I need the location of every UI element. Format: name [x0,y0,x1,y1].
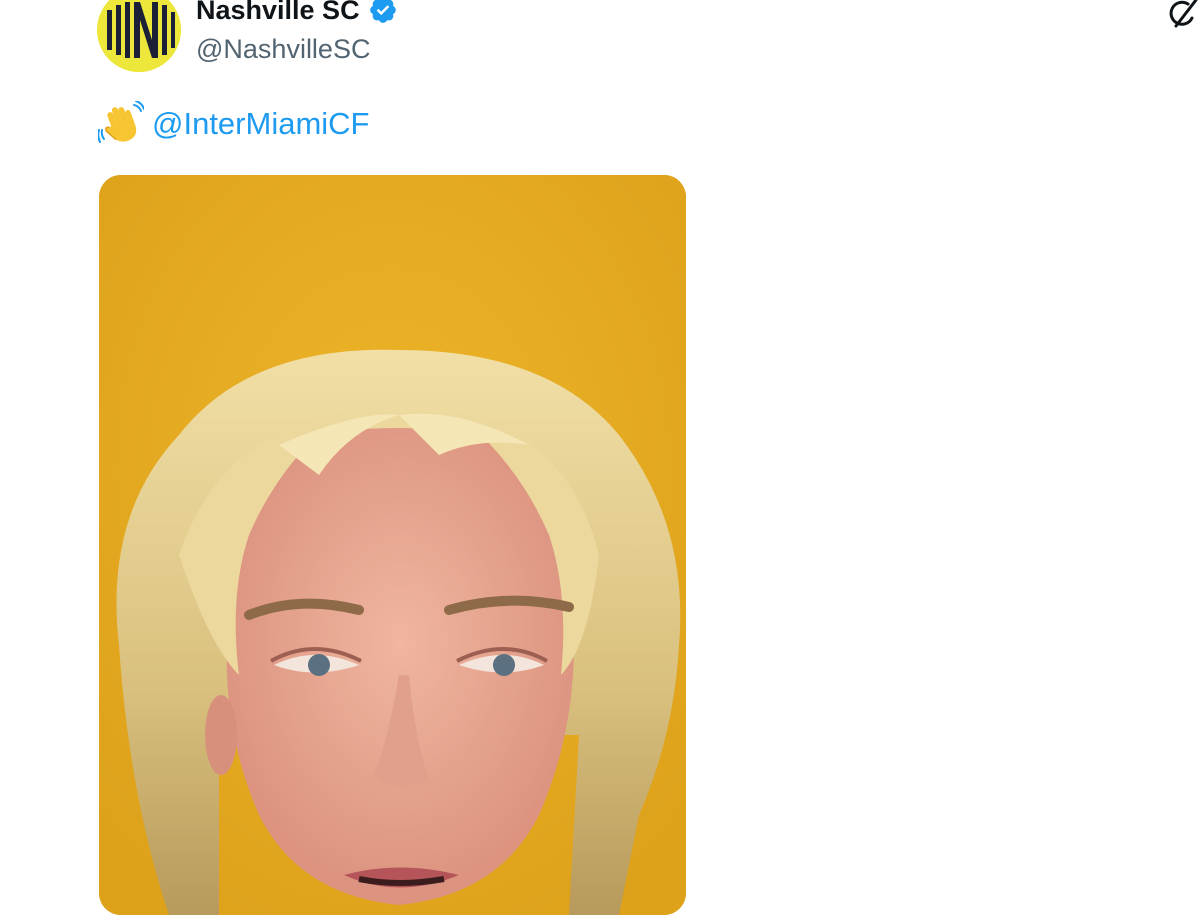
author-display-name[interactable]: Nashville SC [196,0,360,26]
video-thumbnail[interactable] [99,175,686,915]
grok-icon[interactable] [1166,0,1200,30]
mention-link[interactable]: @InterMiamiCF [152,102,369,146]
video-frame-image [99,175,686,915]
verified-badge-icon [368,0,398,25]
avatar[interactable] [97,0,181,72]
waving-hand-icon [97,100,145,147]
tweet: Nashville SC @NashvilleSC @InterMiamiCF [0,0,1200,915]
author-name-row[interactable]: Nashville SC [196,0,398,26]
nashville-sc-logo-icon [97,0,181,72]
tweet-text: @InterMiamiCF [97,100,369,147]
author-handle[interactable]: @NashvilleSC [196,32,370,66]
